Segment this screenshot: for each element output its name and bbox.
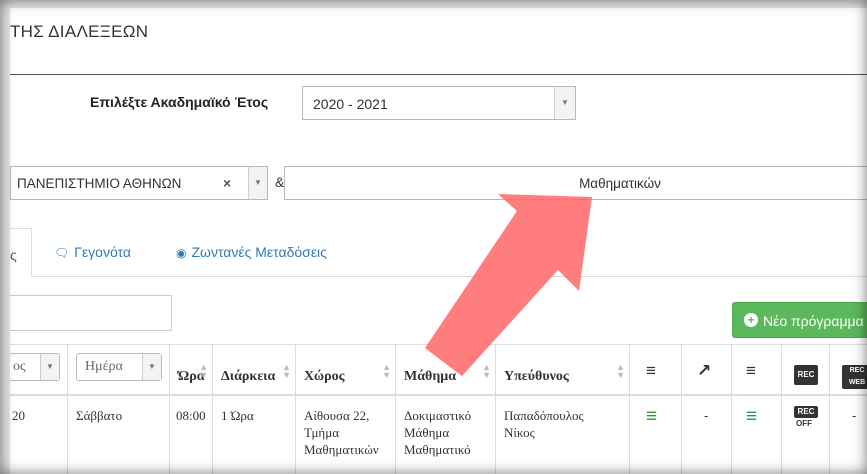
tab-events[interactable]: 🗨 Γεγονότα <box>54 244 131 260</box>
new-schedule-button-label: Νέο πρόγραμμα <box>763 313 864 329</box>
new-schedule-button[interactable]: + Νέο πρόγραμμα <box>732 302 867 338</box>
cell-room: Αίθουσα 22, Τμήμα Μαθηματικών <box>296 396 396 474</box>
cell-course: Δοκιμαστικό Μάθημα Μαθηματικό <box>396 396 496 474</box>
share-icon: ↗ <box>697 361 712 380</box>
header-course-label: Μάθημα <box>404 369 457 384</box>
table-header-row: ος ▼ Ημέρα ▼ Ώρα ▲ ▼ Διάρκεια ▲ ▼ Χώρος ▲ <box>10 344 867 396</box>
cell-share: - <box>682 396 732 474</box>
sort-icon: ▲ ▼ <box>382 362 391 380</box>
cell-day: Σάββατο <box>68 396 170 474</box>
department-input[interactable]: Μαθηματικών <box>284 166 867 200</box>
tabs-divider <box>10 276 867 277</box>
lecture-schedule-window: ΤΗΣ ΔΙΑΛΕΞΕΩΝ Επιλέξτε Ακαδημαϊκό Έτος 2… <box>10 8 867 474</box>
cell-day-value: Σάββατο <box>76 408 123 423</box>
header-rec[interactable]: REC <box>782 345 830 395</box>
rss-key-green-icon[interactable]: ≡ <box>746 406 757 428</box>
chevron-down-icon[interactable]: ▼ <box>142 354 161 380</box>
cell-time-value: 08:00 <box>176 408 206 423</box>
cell-rec: REC OFF <box>782 396 830 474</box>
rec-state-label: OFF <box>796 419 812 428</box>
sort-icon: ▲ ▼ <box>282 362 291 380</box>
cell-col0-value: 20 <box>12 408 25 423</box>
institution-select[interactable]: ΠΑΝΕΠΙΣΤΗΜΙΟ ΑΘΗΝΩΝ × ▼ <box>10 166 268 200</box>
clear-icon[interactable]: × <box>223 175 231 191</box>
col0-filter-select[interactable]: ος ▼ <box>10 353 60 381</box>
cell-rec-web: - <box>830 396 867 474</box>
header-day: Ημέρα ▼ <box>68 345 170 395</box>
department-input-value: Μαθηματικών <box>579 176 661 191</box>
cell-duration: 1 Ώρα <box>213 396 296 474</box>
cell-course-value: Δοκιμαστικό Μάθημα Μαθηματικό <box>404 408 472 457</box>
sort-icon: ▲ ▼ <box>616 362 625 380</box>
year-label: Επιλέξτε Ακαδημαϊκό Έτος <box>90 94 269 110</box>
tab-live-broadcasts[interactable]: ◉ Ζωντανές Μεταδόσεις <box>176 244 327 260</box>
col0-filter-label: ος <box>13 359 26 374</box>
header-time[interactable]: Ώρα ▲ ▼ <box>170 345 213 395</box>
cell-rss-key: ≡ <box>732 396 782 474</box>
header-share[interactable]: ↗ <box>682 345 732 395</box>
day-filter-label: Ημέρα <box>85 359 123 374</box>
events-icon: 🗨 <box>54 246 70 260</box>
cell-time: 08:00 <box>170 396 213 474</box>
header-duration[interactable]: Διάρκεια ▲ ▼ <box>213 345 296 395</box>
chevron-down-icon[interactable]: ▼ <box>248 167 267 199</box>
ampersand-separator: & <box>275 174 285 190</box>
tab-events-label: Γεγονότα <box>74 244 131 260</box>
chevron-down-icon[interactable]: ▼ <box>554 87 575 119</box>
title-bar: ΤΗΣ ΔΙΑΛΕΞΕΩΝ <box>10 8 867 75</box>
header-rss[interactable]: ≡ <box>630 345 682 395</box>
rss-icon: ≡ <box>646 361 656 380</box>
header-room-label: Χώρος <box>304 369 345 384</box>
header-rec-web[interactable]: REC WEB <box>830 345 867 395</box>
cell-col0: 20 <box>10 396 68 474</box>
rec-icon[interactable]: REC <box>794 406 818 418</box>
sort-icon: ▲ ▼ <box>482 362 491 380</box>
header-duration-label: Διάρκεια <box>221 369 276 384</box>
header-col0: ος ▼ <box>10 345 68 395</box>
cell-rss: ≡ <box>630 396 682 474</box>
cell-room-value: Αίθουσα 22, Τμήμα Μαθηματικών <box>304 408 379 457</box>
cell-owner-value: Παπαδόπουλος Νίκος <box>504 408 584 440</box>
cell-owner: Παπαδόπουλος Νίκος <box>496 396 630 474</box>
sort-icon: ▲ ▼ <box>199 362 208 380</box>
rec-web-icon: REC WEB <box>842 365 867 389</box>
day-filter-select[interactable]: Ημέρα ▼ <box>76 353 162 381</box>
tab-schedule[interactable]: ς <box>10 228 32 277</box>
header-rss-key[interactable]: ≡ <box>732 345 782 395</box>
plus-circle-icon: + <box>744 313 758 327</box>
cell-share-value: - <box>704 408 709 423</box>
header-room[interactable]: Χώρος ▲ ▼ <box>296 345 396 395</box>
rss-green-icon[interactable]: ≡ <box>646 406 657 428</box>
table-row[interactable]: 20 Σάββατο 08:00 1 Ώρα Αίθουσα 22, Τμήμα… <box>10 396 867 474</box>
schedule-table: ος ▼ Ημέρα ▼ Ώρα ▲ ▼ Διάρκεια ▲ ▼ Χώρος ▲ <box>10 344 867 474</box>
header-owner[interactable]: Υπεύθυνος ▲ ▼ <box>496 345 630 395</box>
tab-live-broadcasts-label: Ζωντανές Μεταδόσεις <box>191 244 327 260</box>
header-owner-label: Υπεύθυνος <box>504 369 569 384</box>
cell-duration-value: 1 Ώρα <box>221 408 254 423</box>
page-title: ΤΗΣ ΔΙΑΛΕΞΕΩΝ <box>10 22 149 41</box>
live-broadcast-icon: ◉ <box>176 246 187 260</box>
rec-icon: REC <box>794 365 818 385</box>
year-select-value: 2020 - 2021 <box>313 96 388 112</box>
header-course[interactable]: Μάθημα ▲ ▼ <box>396 345 496 395</box>
cell-rec-web-value: - <box>852 408 857 423</box>
year-select[interactable]: 2020 - 2021 ▼ <box>302 86 576 120</box>
institution-select-value: ΠΑΝΕΠΙΣΤΗΜΙΟ ΑΘΗΝΩΝ <box>17 176 182 191</box>
search-input[interactable] <box>10 295 172 331</box>
chevron-down-icon[interactable]: ▼ <box>40 354 59 380</box>
tab-schedule-label: ς <box>10 247 17 263</box>
rss-key-icon: ≡ <box>746 361 756 380</box>
